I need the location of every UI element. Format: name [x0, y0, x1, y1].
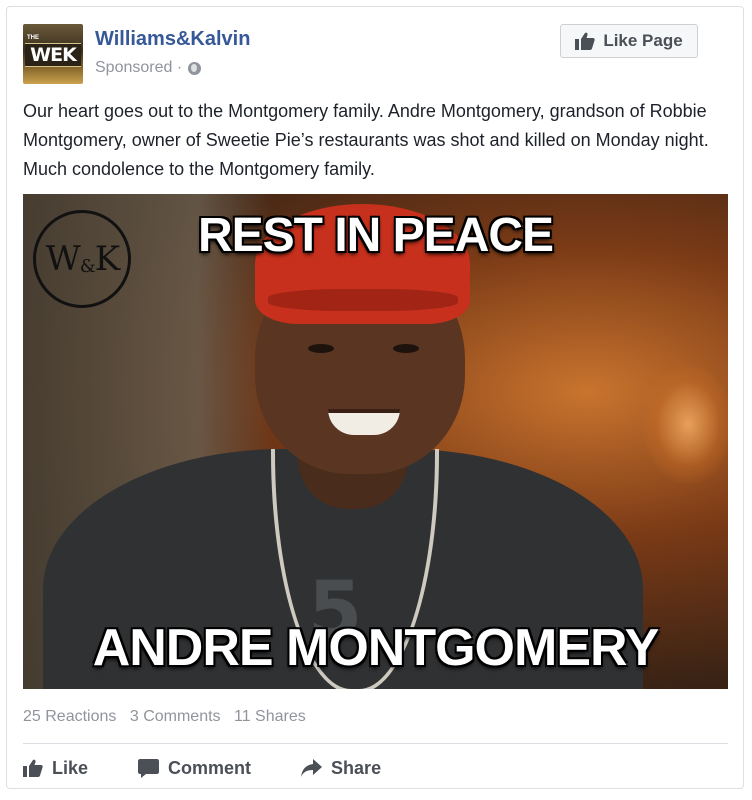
like-page-label: Like Page	[603, 31, 683, 50]
sponsored-label[interactable]: Sponsored ·	[95, 59, 182, 77]
background-lamp	[643, 364, 728, 484]
action-bar: Like Comment Share	[23, 753, 431, 783]
share-button[interactable]: Share	[301, 758, 381, 779]
comments-count[interactable]: 3 Comments	[130, 708, 221, 725]
page-avatar[interactable]: THE WEK	[23, 24, 83, 84]
like-button[interactable]: Like	[23, 758, 88, 779]
post-image[interactable]: 5 W & K REST IN PEACE ANDRE MONTGOMERY	[23, 194, 728, 689]
person-cap-brim	[268, 289, 458, 311]
meme-bottom-caption: ANDRE MONTGOMERY	[92, 619, 660, 677]
post-text: Our heart goes out to the Montgomery fam…	[23, 101, 709, 179]
meme-top-caption: REST IN PEACE	[197, 209, 554, 262]
avatar-logo-text: WEK	[25, 43, 81, 67]
person-eye-right	[393, 344, 419, 353]
avatar-small-text: THE	[27, 35, 39, 41]
thumbs-up-icon	[575, 32, 595, 50]
person-eye-left	[308, 344, 334, 353]
globe-icon[interactable]	[188, 61, 202, 75]
shares-count[interactable]: 11 Shares	[234, 708, 306, 725]
page-name-link[interactable]: Williams&Kalvin	[95, 28, 250, 51]
like-label: Like	[52, 757, 89, 778]
thumbs-up-icon	[23, 759, 43, 777]
comment-label: Comment	[168, 757, 252, 778]
post-card: THE WEK Williams&Kalvin Sponsored · Like…	[6, 6, 744, 789]
like-page-button[interactable]: Like Page	[560, 24, 698, 58]
engagement-stats: 25 Reactions 3 Comments 11 Shares	[23, 708, 315, 726]
post-meta: Sponsored ·	[95, 59, 202, 77]
comment-bubble-icon	[138, 758, 160, 778]
share-arrow-icon	[301, 759, 323, 777]
share-label: Share	[331, 757, 382, 778]
comment-button[interactable]: Comment	[138, 758, 251, 779]
reactions-count[interactable]: 25 Reactions	[23, 708, 116, 725]
divider	[23, 743, 728, 744]
